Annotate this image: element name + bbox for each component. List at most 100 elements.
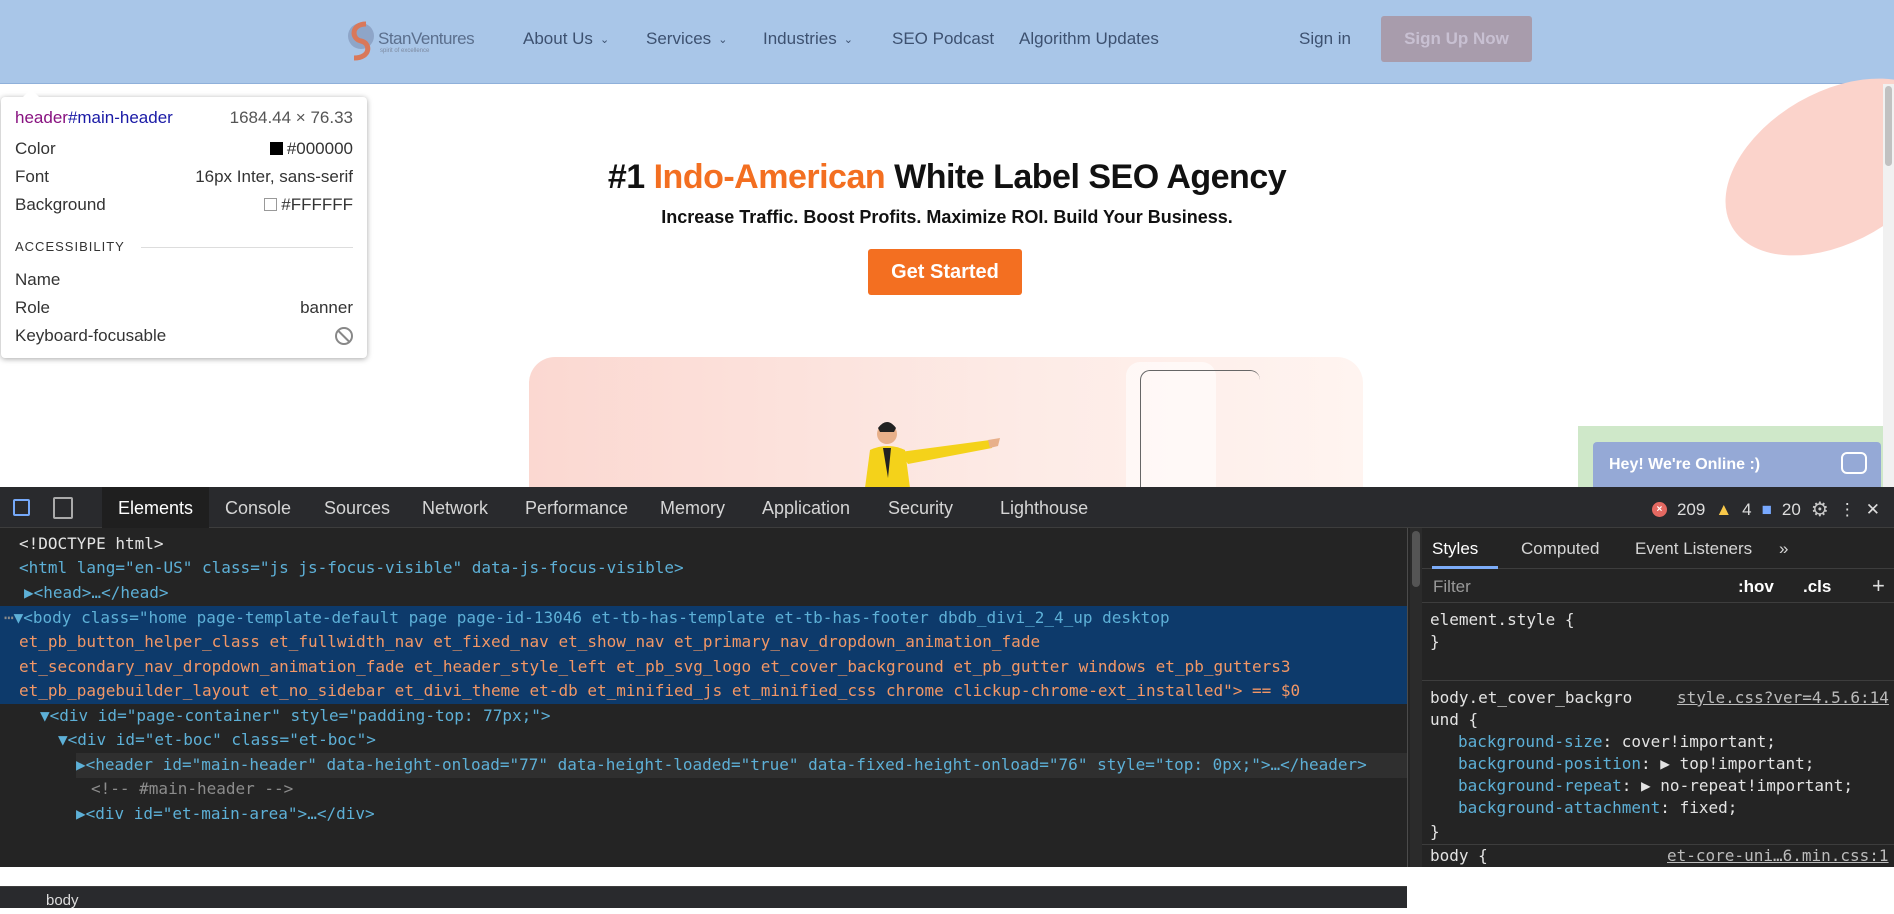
gear-icon[interactable]: ⚙ <box>1811 497 1829 522</box>
chevron-down-icon: ⌄ <box>718 34 728 46</box>
dom-line-text: <html lang="en-US" class="js js-focus-vi… <box>19 558 684 577</box>
info-count[interactable]: 20 <box>1782 500 1801 520</box>
dom-line-body-3[interactable]: et_secondary_nav_dropdown_animation_fade… <box>19 655 1291 680</box>
nav-label: Services <box>646 29 712 48</box>
hover-state-toggle[interactable]: :hov <box>1738 577 1774 597</box>
chevron-down-icon: ⌄ <box>599 34 610 46</box>
tab-event-listeners[interactable]: Event Listeners <box>1635 539 1752 559</box>
new-rule-icon[interactable]: + <box>1872 573 1885 599</box>
tab-console[interactable]: Console <box>225 498 291 519</box>
style-property[interactable]: background-repeat: ▶ no-repeat!important… <box>1458 775 1853 797</box>
chat-widget-label: Hey! We're Online :) <box>1609 456 1761 473</box>
styles-filter-input[interactable]: Filter <box>1433 577 1471 597</box>
dom-line-body-1[interactable]: ⋯▼<body class="home page-template-defaul… <box>4 606 1170 631</box>
tab-computed[interactable]: Computed <box>1521 539 1599 559</box>
tooltip-id: #main-header <box>67 108 173 127</box>
tooltip-value: 16px Inter, sans-serif <box>195 167 353 186</box>
nav-about-us[interactable]: About Us ⌄ <box>523 29 609 49</box>
businessman-illustration-icon <box>865 422 1000 487</box>
tooltip-tag: header <box>15 108 68 127</box>
breadcrumb-item-body[interactable]: body <box>46 892 79 909</box>
page-scrollbar-thumb[interactable] <box>1885 86 1892 166</box>
dom-line-page-container[interactable]: ▼<div id="page-container" style="padding… <box>40 704 551 729</box>
error-icon[interactable]: × <box>1651 502 1667 517</box>
rule-source-link[interactable]: et-core-uni…6.min.css:1 <box>1667 845 1889 867</box>
style-property[interactable]: background-position: ▶ top!important; <box>1458 753 1814 775</box>
rule-close: } <box>1430 822 1440 841</box>
rule-source-link[interactable]: style.css?ver=4.5.6:14 <box>1677 687 1889 709</box>
dom-line-main-header[interactable]: ▶<header id="main-header" data-height-on… <box>76 753 1407 778</box>
inspect-element-icon[interactable] <box>13 499 30 516</box>
tab-memory[interactable]: Memory <box>660 498 725 519</box>
tab-application[interactable]: Application <box>762 498 850 519</box>
nav-industries[interactable]: Industries ⌄ <box>763 29 853 49</box>
active-tab-indicator <box>1432 566 1498 569</box>
tooltip-header: header#main-header 1684.44 × 76.33 <box>15 107 353 129</box>
styles-filter-bar: Filter :hov .cls + <box>1430 572 1886 602</box>
tooltip-value: #FFFFFF <box>264 195 353 215</box>
tab-styles[interactable]: Styles <box>1432 539 1478 559</box>
dom-scrollbar-thumb[interactable] <box>1412 531 1420 587</box>
rule-element-style[interactable]: element.style { } <box>1422 602 1894 682</box>
style-property[interactable]: background-attachment: fixed; <box>1458 797 1737 819</box>
devtools-tabbar: Elements Console Sources Network Perform… <box>0 487 1894 528</box>
warning-count[interactable]: 4 <box>1742 500 1751 520</box>
chat-widget[interactable]: Hey! We're Online :) <box>1593 442 1881 487</box>
kebab-menu-icon[interactable]: ⋮ <box>1839 500 1856 520</box>
rule-body-et-cover-background[interactable]: body.et_cover_backgro style.css?ver=4.5.… <box>1422 680 1894 822</box>
tab-sources[interactable]: Sources <box>324 498 390 519</box>
tooltip-dimensions: 1684.44 × 76.33 <box>229 108 353 127</box>
tab-lighthouse[interactable]: Lighthouse <box>1000 498 1088 519</box>
dom-line-text: ▶<div id="et-main-area">…</div> <box>76 804 375 823</box>
dom-line-body-4[interactable]: et_pb_pagebuilder_layout et_no_sidebar e… <box>19 679 1300 704</box>
warning-icon[interactable]: ▲ <box>1715 500 1732 520</box>
devtools-panel: Elements Console Sources Network Perform… <box>0 487 1894 909</box>
nav-seo-podcast[interactable]: SEO Podcast <box>892 29 994 49</box>
page-viewport: StanVentures spirit of excellence About … <box>0 0 1894 487</box>
class-toggle[interactable]: .cls <box>1803 577 1831 597</box>
message-icon[interactable]: ■ <box>1762 500 1772 520</box>
sign-in-link[interactable]: Sign in <box>1299 29 1351 49</box>
site-logo[interactable]: StanVentures spirit of excellence <box>346 14 486 68</box>
tooltip-label: Font <box>15 167 50 186</box>
tab-performance[interactable]: Performance <box>525 498 628 519</box>
panel-divider[interactable] <box>1407 528 1408 867</box>
styles-tabbar: Styles Computed Event Listeners » <box>1422 528 1894 569</box>
tab-elements[interactable]: Elements <box>102 487 210 528</box>
dom-line-et-boc[interactable]: ▼<div id="et-boc" class="et-boc"> <box>58 728 376 753</box>
dom-line-et-main-area[interactable]: ▶<div id="et-main-area">…</div> <box>76 802 375 827</box>
rule-selector: body.et_cover_backgro <box>1430 688 1633 707</box>
tab-security[interactable]: Security <box>888 498 953 519</box>
nav-services[interactable]: Services ⌄ <box>646 29 727 49</box>
dom-line-text: <!DOCTYPE html> <box>19 534 164 553</box>
error-count[interactable]: 209 <box>1677 500 1705 520</box>
tooltip-value-text: #FFFFFF <box>281 195 353 214</box>
tooltip-row-background: Background #FFFFFF <box>15 194 353 216</box>
device-toolbar-icon[interactable] <box>53 497 73 519</box>
nav-label: SEO Podcast <box>892 29 995 48</box>
dom-line-body-2[interactable]: et_pb_button_helper_class et_fullwidth_n… <box>19 630 1040 655</box>
dom-line-head[interactable]: ▶<head>…</head> <box>24 581 169 606</box>
rule-close: } <box>1430 632 1440 651</box>
sign-up-button[interactable]: Sign Up Now <box>1381 16 1532 62</box>
rule-selector-cont: und { <box>1430 710 1479 729</box>
tooltip-section-title: ACCESSIBILITY <box>15 239 125 254</box>
color-swatch-icon <box>264 198 278 211</box>
nav-algorithm-updates[interactable]: Algorithm Updates <box>1019 29 1159 49</box>
style-property[interactable]: background-size: cover!important; <box>1458 731 1776 753</box>
dom-tree[interactable]: <!DOCTYPE html> <html lang="en-US" class… <box>0 528 1407 909</box>
rule-body[interactable]: body { et-core-uni…6.min.css:1 <box>1422 844 1894 867</box>
dom-line-html[interactable]: <html lang="en-US" class="js js-focus-vi… <box>19 556 684 581</box>
logo-text: StanVentures <box>378 29 475 48</box>
property-name: background-repeat <box>1458 776 1622 795</box>
site-header: StanVentures spirit of excellence About … <box>0 0 1894 84</box>
dom-line-doctype[interactable]: <!DOCTYPE html> <box>19 532 164 557</box>
dom-line-text: et_pb_pagebuilder_layout et_no_sidebar e… <box>19 681 1301 700</box>
rule-selector: element.style { <box>1430 610 1575 629</box>
tab-network[interactable]: Network <box>422 498 488 519</box>
close-icon[interactable]: ✕ <box>1866 500 1880 520</box>
styles-pane: Styles Computed Event Listeners » Filter… <box>1422 528 1894 867</box>
more-tabs-icon[interactable]: » <box>1779 539 1788 559</box>
get-started-button[interactable]: Get Started <box>868 249 1022 295</box>
dom-line-comment[interactable]: <!-- #main-header --> <box>91 777 293 802</box>
